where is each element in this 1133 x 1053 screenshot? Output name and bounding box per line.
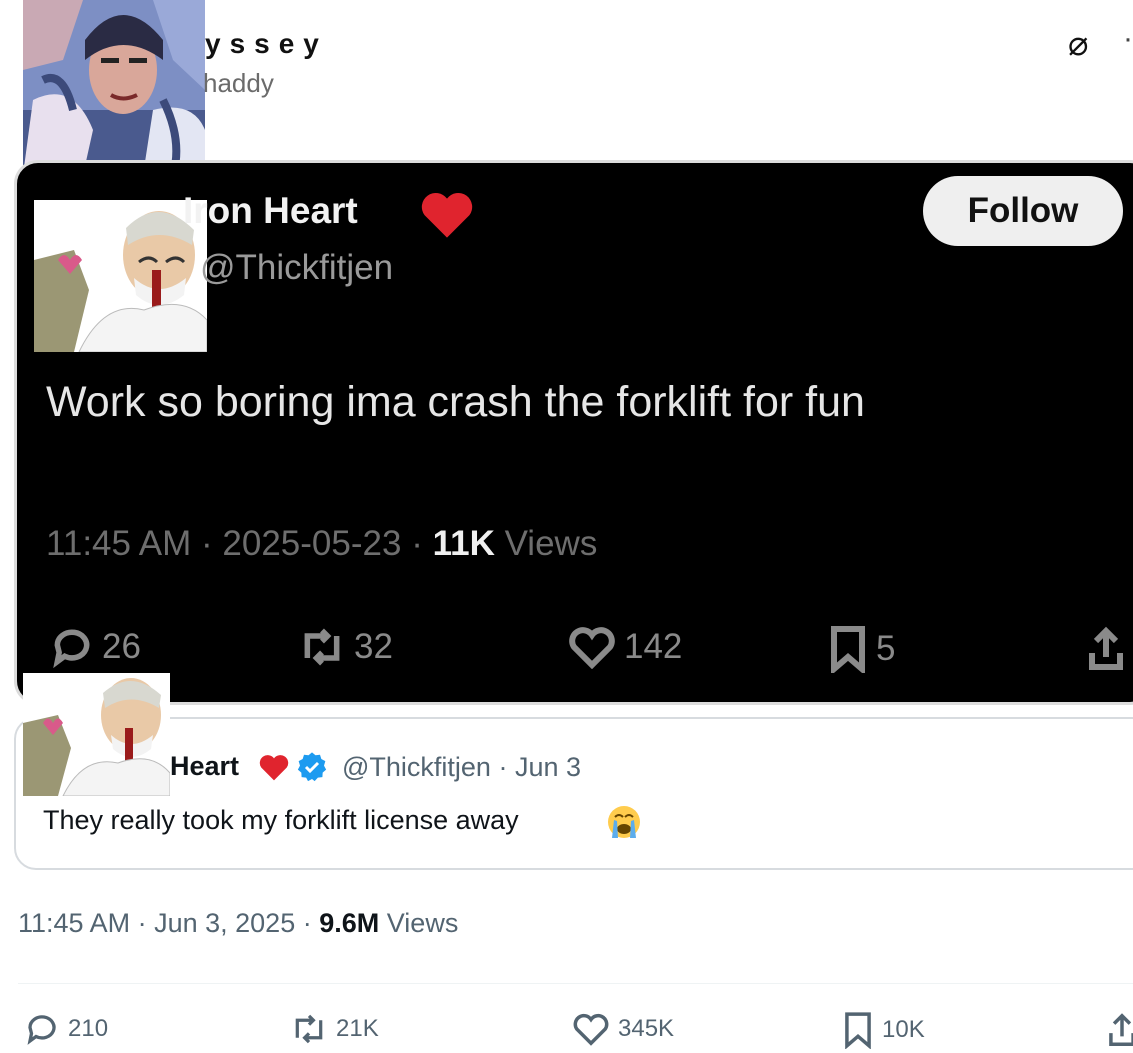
bookmark-icon: [831, 626, 865, 673]
follow-button: Follow: [923, 176, 1123, 246]
embedded-avatar: [34, 200, 207, 352]
tweet-date[interactable]: Jun 3, 2025: [154, 908, 295, 938]
embedded-like-action: 142: [568, 625, 682, 669]
tweet-views-label: Views: [386, 908, 459, 938]
embedded-views-label: Views: [504, 524, 598, 563]
embedded-views-count: 11K: [432, 524, 495, 563]
tweet-meta: 11:45 AM · Jun 3, 2025 · 9.6M Views: [18, 908, 458, 939]
quoted-tweet-text: They really took my forklift license awa…: [43, 805, 519, 835]
bookmark-button[interactable]: 10K: [842, 1011, 925, 1049]
more-dots-icon[interactable]: ·: [1123, 22, 1133, 56]
embedded-tweet-meta: 11:45 AM · 2025-05-23 · 11K Views: [46, 524, 597, 564]
repost-button[interactable]: 21K: [290, 1011, 379, 1047]
meta-separator: ·: [137, 908, 155, 938]
embedded-bookmark-action: 5: [828, 625, 895, 673]
repost-count: 21K: [336, 1015, 379, 1042]
share-icon: [1089, 626, 1123, 670]
heart-icon: [569, 627, 615, 669]
poster-avatar[interactable]: [23, 0, 205, 175]
bookmark-icon: [845, 1012, 871, 1049]
share-button[interactable]: [1106, 1011, 1133, 1049]
quoted-handle-date[interactable]: @Thickfitjen · Jun 3: [342, 752, 581, 783]
embedded-like-count: 142: [624, 627, 683, 666]
embedded-date: 2025-05-23: [222, 524, 402, 563]
heart-icon: [573, 1013, 609, 1046]
grok-icon[interactable]: ⌀: [1068, 24, 1088, 64]
meta-separator: ·: [411, 524, 433, 563]
reply-count: 210: [68, 1015, 109, 1042]
like-count: 345K: [618, 1015, 675, 1042]
embedded-bookmark-count: 5: [876, 629, 896, 668]
reply-icon: [27, 1015, 56, 1045]
quoted-avatar[interactable]: [23, 673, 170, 796]
embedded-repost-action: 32: [298, 625, 393, 669]
meta-separator: ·: [302, 908, 320, 938]
quoted-tweet-card[interactable]: [14, 717, 1133, 870]
meta-separator: ·: [201, 524, 223, 563]
tweet-time[interactable]: 11:45 AM: [18, 908, 130, 938]
embedded-repost-count: 32: [354, 627, 393, 666]
poster-display-name[interactable]: yssey: [205, 28, 328, 60]
quoted-display-name[interactable]: Heart: [170, 751, 239, 782]
embedded-reply-count: 26: [102, 627, 141, 666]
repost-icon: [304, 628, 340, 666]
embedded-handle: @Thickfitjen: [200, 248, 394, 287]
poster-handle[interactable]: haddy: [203, 68, 274, 99]
embedded-time: 11:45 AM: [46, 524, 192, 563]
like-button[interactable]: 345K: [572, 1011, 674, 1047]
repost-icon: [295, 1014, 323, 1044]
red-heart-icon: [258, 752, 290, 782]
embedded-tweet-text: Work so boring ima crash the forklift fo…: [46, 378, 865, 426]
reply-icon: [53, 629, 90, 669]
loudly-crying-emoji-icon: [606, 804, 642, 840]
red-heart-icon: [418, 188, 476, 240]
embedded-display-name: Iron Heart: [183, 190, 358, 231]
share-icon: [1109, 1013, 1133, 1046]
embedded-share-action: [1086, 625, 1126, 673]
tweet-views-count: 9.6M: [319, 908, 380, 938]
divider: [18, 983, 1133, 984]
verified-badge-icon: [296, 751, 328, 783]
embedded-reply-action: 26: [50, 625, 141, 669]
reply-button[interactable]: 210: [24, 1011, 108, 1047]
bookmark-count: 10K: [882, 1016, 925, 1043]
